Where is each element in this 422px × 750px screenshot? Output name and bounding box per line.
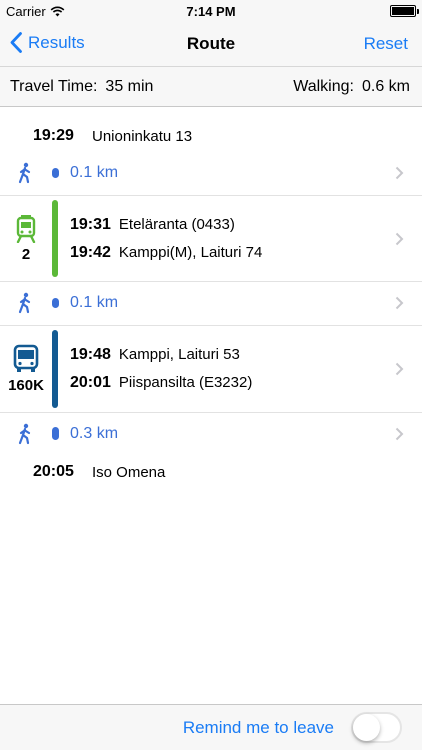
bottom-toolbar: Remind me to leave xyxy=(0,704,422,750)
travel-time-value: 35 min xyxy=(105,78,154,95)
route-start: 19:29 Unioninkatu 13 xyxy=(0,122,422,150)
bus-arrive-stop: Piispansilta (E3232) xyxy=(118,374,253,391)
tram-leg[interactable]: 2 19:31 Eteläranta (0433) 19:42 Kamppi(M),… xyxy=(0,196,422,281)
tram-departure: 19:31 Eteläranta (0433) xyxy=(70,216,235,234)
chevron-right-icon xyxy=(395,296,404,310)
tram-arrive-time: 19:42 xyxy=(70,244,111,261)
bus-line-number: 160K xyxy=(8,377,44,394)
divider xyxy=(0,412,422,413)
remind-toggle[interactable] xyxy=(351,712,402,743)
chevron-right-icon xyxy=(395,427,404,441)
start-time: 19:29 xyxy=(33,127,74,144)
chevron-right-icon xyxy=(395,166,404,180)
divider xyxy=(0,281,422,282)
bus-depart-time: 19:48 xyxy=(70,346,111,363)
walking-person-icon xyxy=(18,162,31,184)
toggle-knob xyxy=(353,714,380,741)
status-time: 7:14 PM xyxy=(186,4,236,19)
bus-leg[interactable]: 160K 19:48 Kamppi, Laituri 53 20:01 Piispa… xyxy=(0,326,422,412)
tram-depart-time: 19:31 xyxy=(70,216,111,233)
page-title: Route xyxy=(186,34,236,53)
bus-icon xyxy=(13,344,39,372)
status-bar: Carrier 7:14 PM xyxy=(0,0,422,22)
walk-distance: 0.1 km xyxy=(70,164,119,181)
walk-dot xyxy=(52,427,59,440)
remind-label[interactable]: Remind me to leave xyxy=(183,718,334,738)
end-place: Iso Omena xyxy=(92,464,166,481)
start-place: Unioninkatu 13 xyxy=(92,128,193,145)
bus-line-bar xyxy=(52,330,58,408)
walking-person-icon xyxy=(18,423,31,445)
tram-arrival: 19:42 Kamppi(M), Laituri 74 xyxy=(70,244,262,262)
walking-distance: Walking: 0.6 km xyxy=(293,78,410,96)
walking-label: Walking: xyxy=(293,78,354,95)
walk-dot xyxy=(52,298,59,308)
tram-line-number: 2 xyxy=(21,246,31,263)
walking-person-icon xyxy=(18,292,31,314)
walk-dot xyxy=(52,168,59,178)
battery-icon xyxy=(390,5,419,17)
tram-icon xyxy=(16,215,36,243)
travel-time-label: Travel Time: xyxy=(10,78,98,95)
walk-leg-2[interactable]: 0.1 km xyxy=(0,283,422,323)
walk-leg-3[interactable]: 0.3 km xyxy=(0,414,422,454)
bus-arrive-time: 20:01 xyxy=(70,374,111,391)
tram-depart-stop: Eteläranta (0433) xyxy=(118,216,235,233)
reset-button[interactable]: Reset xyxy=(364,34,408,54)
end-time: 20:05 xyxy=(33,463,74,480)
tram-line-bar xyxy=(52,200,58,277)
route-end: 20:05 Iso Omena xyxy=(0,458,422,486)
walk-distance: 0.3 km xyxy=(70,425,119,442)
walking-value: 0.6 km xyxy=(361,78,410,95)
chevron-right-icon xyxy=(395,232,404,245)
tram-arrive-stop: Kamppi(M), Laituri 74 xyxy=(118,244,263,261)
walk-distance: 0.1 km xyxy=(70,294,119,311)
bus-depart-stop: Kamppi, Laituri 53 xyxy=(118,346,240,363)
bus-departure: 19:48 Kamppi, Laituri 53 xyxy=(70,346,240,364)
bus-arrival: 20:01 Piispansilta (E3232) xyxy=(70,374,252,392)
chevron-right-icon xyxy=(395,362,404,376)
route-summary: Travel Time: 35 min Walking: 0.6 km xyxy=(0,66,422,107)
navigation-bar: Results Route Reset xyxy=(0,22,422,66)
travel-time: Travel Time: 35 min xyxy=(10,78,153,96)
walk-leg-1[interactable]: 0.1 km xyxy=(0,153,422,193)
